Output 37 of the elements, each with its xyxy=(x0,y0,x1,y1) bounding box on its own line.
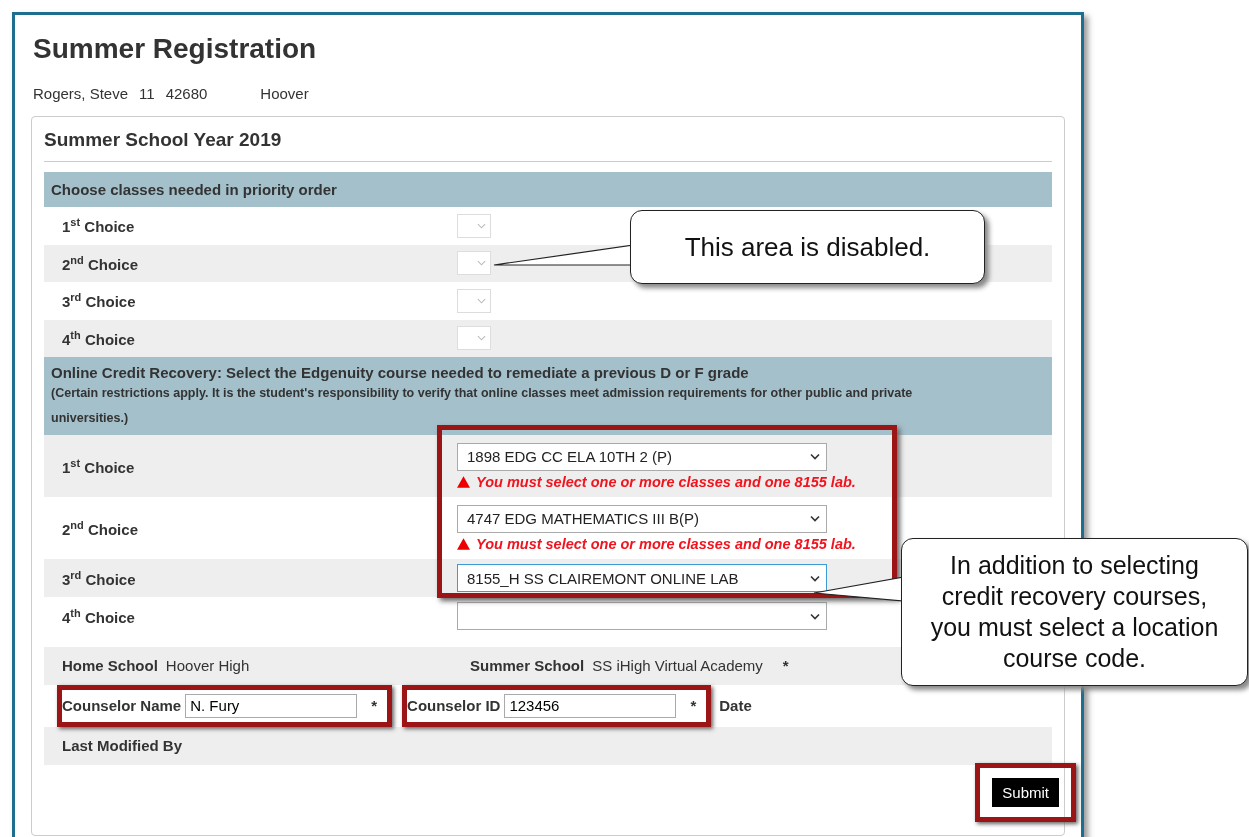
restriction-note: (Certain restrictions apply. It is the student's responsibility to verify that online classes meet admission requirements for other public and private universities.) xyxy=(51,385,914,427)
field-label: Summer School xyxy=(470,657,585,675)
callout-text: This area is disabled. xyxy=(684,230,931,264)
course-dropdown[interactable]: 1898 EDG CC ELA 10TH 2 (P) xyxy=(457,442,827,471)
field-value: Hoover High xyxy=(165,657,250,675)
choice-label: 2$^{nd}$ Choice xyxy=(62,518,139,538)
course-dropdown[interactable]: 4747 EDG MATHEMATICS III B(P) xyxy=(457,504,827,533)
required-mark: * xyxy=(690,697,697,714)
submit-button[interactable]: Submit xyxy=(992,777,1059,807)
callout-text: In addition to selecting credit recovery courses, you must select a location course code. xyxy=(929,549,1220,675)
counselor-name-field[interactable]: N. Fury xyxy=(185,693,358,718)
choice-label: 3$^{rd}$ Choice xyxy=(62,568,137,588)
choice-label: 2$^{nd}$ Choice xyxy=(62,253,139,273)
required-mark: * xyxy=(371,697,378,714)
choice-label: 1$^{st}$ Choice xyxy=(62,456,136,476)
error-message: You must select one or more classes and one 8155 lab. xyxy=(476,473,856,490)
field-label: Counselor ID xyxy=(407,697,501,714)
field-value: SS iHigh Virtual Academy xyxy=(592,657,763,675)
student-grade: 11 xyxy=(139,85,155,102)
student-id: 42680 xyxy=(165,85,208,102)
section-header-text: Choose classes needed in priority order xyxy=(51,181,337,198)
field-label: Date xyxy=(719,697,752,714)
counselor-id-field[interactable]: 123456 xyxy=(504,693,677,718)
section-title: Summer School Year 2019 xyxy=(44,117,1052,162)
choice-label: 4$^{th}$ Choice xyxy=(62,606,136,626)
student-name: Rogers, Steve xyxy=(33,85,129,102)
choice-label: 3$^{rd}$ Choice xyxy=(62,291,137,311)
required-mark: * xyxy=(782,657,789,675)
error-message: You must select one or more classes and one 8155 lab. xyxy=(476,535,856,552)
field-label: Last Modified By xyxy=(62,737,182,754)
field-label: Counselor Name xyxy=(62,697,182,714)
section-header-text: Online Credit Recovery: Select the Edgenuity course needed to remediate a previous D or F grade xyxy=(51,364,750,381)
student-school: Hoover xyxy=(260,85,309,102)
choice-label: 4$^{th}$ Choice xyxy=(62,328,136,348)
choice-label: 1$^{st}$ Choice xyxy=(62,216,136,236)
page-title: Summer Registration xyxy=(33,33,318,65)
field-label: Home School xyxy=(62,657,158,675)
